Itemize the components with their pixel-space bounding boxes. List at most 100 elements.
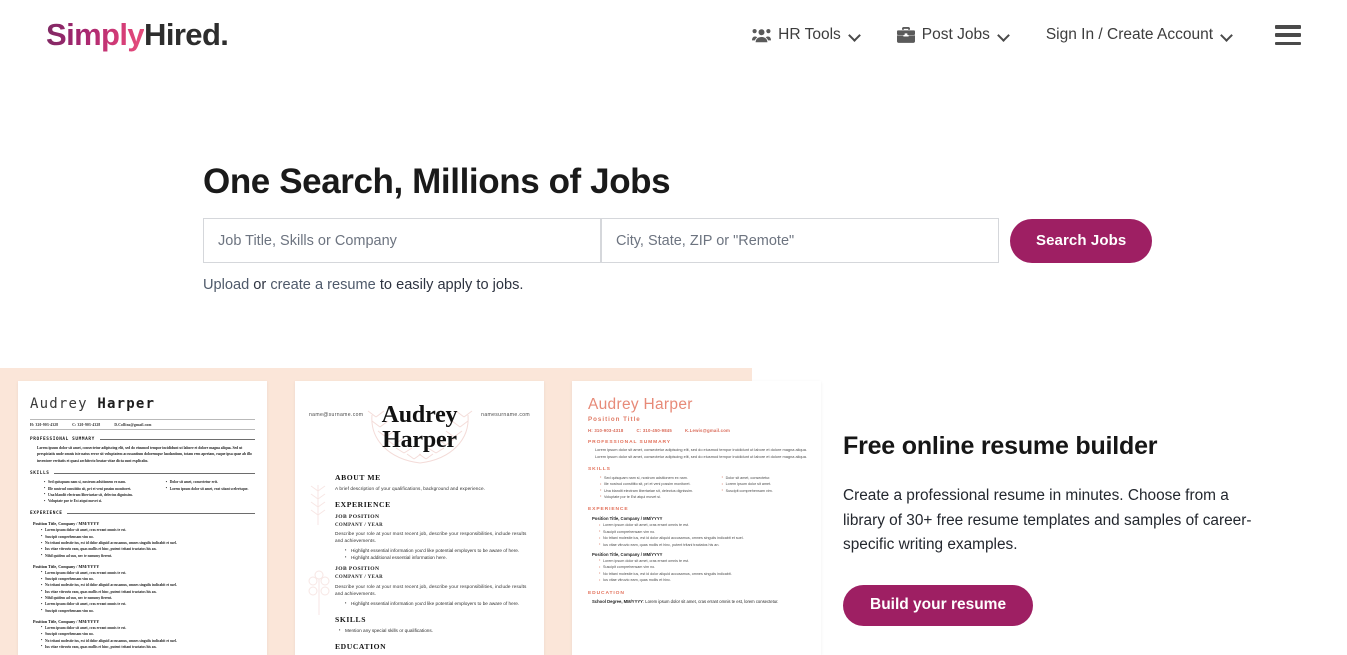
list-item: Ius vitae vitruvio eam, quas mollis et h… xyxy=(599,541,807,548)
resume1-job-title: Position Title, Company / MM/YYYY xyxy=(33,521,100,527)
resume1-skills-col1: Sed quisquam nam si, nostrum adsitionem … xyxy=(44,479,154,504)
resume2-body: ABOUT ME A brief description of your qua… xyxy=(295,473,544,651)
resume3-degree: School Degree, MM/YYYY xyxy=(592,598,643,604)
resume2-about-text: A brief description of your qualificatio… xyxy=(335,485,486,491)
resume1-job-title: Position Title, Company / MM/YYYY xyxy=(33,563,100,569)
resume1-skills-heading: SKILLS xyxy=(30,471,255,476)
list-item: Ius vitae vitruvio eam, quas mollis et h… xyxy=(41,643,255,650)
upload-link[interactable]: Upload xyxy=(203,277,249,293)
resume2-job-position: JOB POSITION xyxy=(335,566,380,572)
resume1-contact-bar: H: 320-903-4328 C: 320-903-4328 D.Collin… xyxy=(30,419,255,430)
list-item: Voluptate por te Est atqui movet si. xyxy=(600,493,708,500)
resume1-skills-col2: Dolor sit amet, consectetur erit. Lorem … xyxy=(166,479,250,504)
resume3-job-title: Position Title, Company / MM/YYYY xyxy=(592,551,663,557)
resume3-skills-columns: Sed quisquam nam si, nostrum adsitionem … xyxy=(588,474,807,501)
search-input-location[interactable] xyxy=(616,219,984,262)
create-resume-link[interactable]: create a resume xyxy=(270,277,375,293)
resume1-skills-columns: Sed quisquam nam si, nostrum adsitionem … xyxy=(30,479,255,504)
hamburger-menu-icon[interactable] xyxy=(1275,25,1301,45)
resume1-job-title: Position Title, Company / MM/YYYY xyxy=(33,618,100,624)
keyword-field-wrapper[interactable] xyxy=(203,218,601,263)
resume3-email: K.Lewis@gmail.com xyxy=(685,428,731,433)
resume1-last-name: Harper xyxy=(97,396,156,412)
resume2-about-heading: ABOUT ME xyxy=(335,473,381,482)
resume3-contact-row: H: 310-903-4318 C: 310-450-9845 K.Lewis@… xyxy=(588,428,807,433)
resume1-summary-body: Lorem ipsum dolor sit amet, consectetur … xyxy=(37,446,252,463)
logo-text-simply: Simply xyxy=(46,17,145,52)
resume2-header: name@surname.com namesurname.com Audrey … xyxy=(295,381,544,465)
resume1-phone-home: H: 320-903-4328 xyxy=(30,422,59,427)
resume2-last-name: Harper xyxy=(382,427,457,453)
nav-item-post-jobs[interactable]: Post Jobs xyxy=(896,25,1010,45)
resume2-job-bullets: Highlight essential information you'd li… xyxy=(335,599,530,607)
list-item: Nihil quidem ad usu, nec te nonumy fiere… xyxy=(41,552,255,559)
nav-label-sign-in: Sign In / Create Account xyxy=(1045,26,1213,43)
resume2-job-description: Describe your role at your most recent j… xyxy=(335,583,527,596)
nav-label-hr-tools: HR Tools xyxy=(778,26,841,43)
nav-label-post-jobs: Post Jobs xyxy=(921,26,990,43)
resume1-name: Audrey Harper xyxy=(30,395,255,413)
list-item: Highlight essential information you'd li… xyxy=(345,599,530,607)
hero-section: One Search, Millions of Jobs Search Jobs… xyxy=(203,160,1163,295)
primary-navigation: HR Tools Post Jobs Sign In / Create Acco… xyxy=(716,0,1301,70)
resume1-summary-heading: PROFESSIONAL SUMMARY xyxy=(30,437,255,442)
sprig-icon xyxy=(310,485,326,525)
resume1-first-name: Audrey xyxy=(30,396,88,412)
resume1-email: D.Collins@gmail.com xyxy=(114,422,152,427)
resume3-experience-heading: EXPERIENCE xyxy=(588,507,629,513)
list-item: Mention any special skills or qualificat… xyxy=(339,626,530,634)
search-input-keyword[interactable] xyxy=(218,219,586,262)
location-field-wrapper[interactable] xyxy=(601,218,999,263)
simplyhired-homepage: SimplyHired. HR Tools Post Jobs Sign In … xyxy=(0,0,1347,655)
resume3-degree-detail: : Lorem ipsum dolor sit amet, cras erran… xyxy=(642,598,779,604)
hamburger-bar xyxy=(1275,41,1301,45)
resume3-job-title: Position Title, Company / MM/YYYY xyxy=(592,516,663,522)
resume1-summary-heading-text: PROFESSIONAL SUMMARY xyxy=(30,437,95,442)
resume3-position: Position Title xyxy=(588,416,641,423)
nav-item-sign-in-create-account[interactable]: Sign In / Create Account xyxy=(1046,25,1233,45)
resume2-skills-bullets: Mention any special skills or qualificat… xyxy=(335,626,530,634)
resume-template-card-classic[interactable]: Audrey Harper H: 320-903-4328 C: 320-903… xyxy=(18,381,267,655)
resume1-job-bullets: Lorem ipsum dolor sit amet, cras errant … xyxy=(30,527,255,559)
job-search-form: Search Jobs xyxy=(203,218,1163,263)
search-jobs-button[interactable]: Search Jobs xyxy=(1010,218,1153,263)
logo-text-hired: Hired. xyxy=(144,17,229,52)
resume-template-card-elegant[interactable]: name@surname.com namesurname.com Audrey … xyxy=(295,381,544,655)
resume2-job-description: Describe your role at your most recent j… xyxy=(335,531,527,543)
list-item: Highlight additional essential informati… xyxy=(345,553,530,561)
list-item: Highlight essential information you'd li… xyxy=(345,546,530,554)
resume3-job-bullets: Lorem ipsum dolor sit amet, cras errant … xyxy=(588,522,807,548)
resume3-phone-cell: C: 310-450-9845 xyxy=(636,428,672,433)
section-rule xyxy=(99,439,255,440)
hamburger-bar xyxy=(1275,25,1301,29)
users-icon xyxy=(752,28,772,43)
resume1-experience-heading: EXPERIENCE xyxy=(30,511,255,516)
resume3-phone-home: H: 310-903-4318 xyxy=(588,428,624,433)
promo-description: Create a professional resume in minutes.… xyxy=(843,487,1252,553)
resume2-job-company: COMPANY / YEAR xyxy=(335,522,384,528)
sprig-icon xyxy=(308,570,330,615)
promo-title: Free online resume builder xyxy=(843,432,1158,460)
briefcase-icon xyxy=(896,27,915,43)
hamburger-bar xyxy=(1275,33,1301,37)
resume3-name: Audrey Harper xyxy=(588,396,693,413)
chevron-down-icon xyxy=(1222,30,1233,41)
resume2-job-bullets: Highlight essential information you'd li… xyxy=(335,546,530,561)
build-your-resume-button[interactable]: Build your resume xyxy=(843,584,1034,626)
resume3-education-line: School Degree, MM/YYYY: Lorem ipsum dolo… xyxy=(588,599,807,604)
upload-resume-hint: Upload or create a resume to easily appl… xyxy=(203,275,1163,295)
resume2-education-heading: EDUCATION xyxy=(335,641,387,651)
resume2-skills-heading: SKILLS xyxy=(335,614,367,624)
nav-item-hr-tools[interactable]: HR Tools xyxy=(752,25,861,45)
upload-tail-text: to easily apply to jobs. xyxy=(375,277,524,293)
list-item: Ius vitae vitruvio eam, quas mollis et h… xyxy=(599,577,807,584)
resume2-job-position: JOB POSITION xyxy=(335,513,380,520)
page-title: One Search, Millions of Jobs xyxy=(203,162,671,201)
resume2-first-name: Audrey xyxy=(381,402,458,428)
section-rule xyxy=(54,473,255,475)
resume3-skills-heading: SKILLS xyxy=(588,467,611,473)
resume3-skills-col1: Sed quisquam nam si, nostrum adsitionem … xyxy=(600,474,708,501)
resume-template-card-coral[interactable]: Audrey Harper Position Title H: 310-903-… xyxy=(572,381,821,655)
simplyhired-logo[interactable]: SimplyHired. xyxy=(46,17,229,53)
resume1-job-bullets: Lorem ipsum dolor sit amet, cras errant … xyxy=(30,569,255,614)
